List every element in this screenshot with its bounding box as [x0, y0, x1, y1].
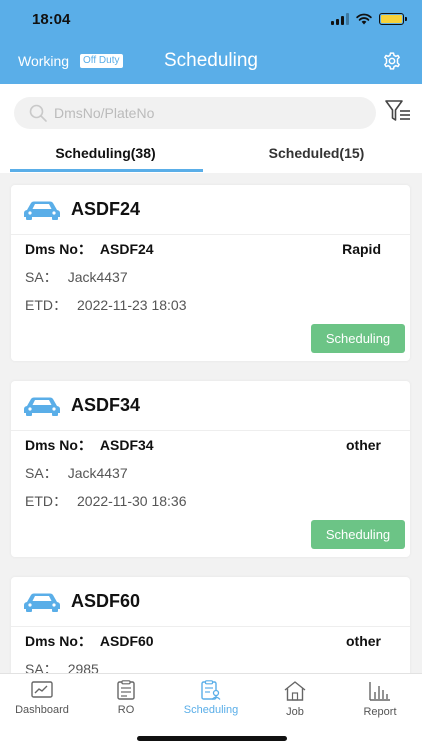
report-icon [369, 682, 390, 701]
car-icon [24, 201, 60, 220]
tab-scheduling-label: Scheduling [183, 704, 239, 716]
dms-row: Dms No： ASDF24 Rapid [11, 235, 410, 263]
sa-row: SA： Jack4437 [11, 459, 410, 487]
card-header: ASDF24 [11, 185, 410, 235]
service-type: other [346, 633, 381, 649]
home-indicator [137, 736, 287, 741]
wifi-icon [356, 13, 372, 25]
car-icon [24, 593, 60, 612]
tab-ro-label: RO [117, 704, 135, 716]
card-header: ASDF60 [11, 577, 410, 627]
cellular-signal-icon [331, 13, 349, 25]
etd-label: ETD： [25, 493, 67, 509]
sa-label: SA： [25, 661, 58, 673]
filter-icon[interactable] [384, 98, 412, 124]
tab-report[interactable]: Report [338, 680, 422, 718]
etd-value: 2022-11-23 18:03 [77, 297, 187, 313]
dms-label: Dms No： [25, 633, 92, 649]
settings-gear-icon[interactable] [382, 51, 402, 71]
sa-label: SA： [25, 465, 58, 481]
dms-label: Dms No： [25, 437, 92, 453]
dms-label: Dms No： [25, 241, 92, 257]
sa-row: SA： 2985 [11, 655, 410, 673]
app-header: 18:04 Working Off Duty Scheduling [0, 0, 422, 84]
dashboard-icon [31, 681, 53, 698]
sa-label: SA： [25, 269, 58, 285]
plate-number: ASDF60 [71, 591, 141, 611]
dms-number: ASDF34 [99, 437, 154, 453]
vehicle-card[interactable]: ASDF34 Dms No： ASDF34 other SA： Jack4437… [11, 381, 410, 557]
clipboard-icon [117, 680, 135, 700]
service-type: Rapid [342, 241, 381, 257]
search-box[interactable] [14, 97, 376, 129]
vehicle-card[interactable]: ASDF24 Dms No： ASDF24 Rapid SA： Jack4437… [11, 185, 410, 361]
scheduling-button[interactable]: Scheduling [311, 520, 405, 549]
tab-dashboard[interactable]: Dashboard [0, 680, 84, 716]
tab-scheduled[interactable]: Scheduled(15) [211, 140, 422, 173]
dms-number: ASDF60 [99, 633, 154, 649]
etd-value: 2022-11-30 18:36 [77, 493, 187, 509]
vehicle-card[interactable]: ASDF60 Dms No： ASDF60 other SA： 2985 [11, 577, 410, 673]
service-type: other [346, 437, 381, 453]
etd-row: ETD： 2022-11-30 18:36 [11, 487, 410, 515]
car-icon [24, 397, 60, 416]
tab-dashboard-label: Dashboard [15, 704, 69, 716]
home-icon [284, 681, 306, 701]
tab-job-label: Job [286, 706, 304, 718]
search-input[interactable] [54, 105, 354, 121]
sa-value: Jack4437 [67, 269, 128, 285]
scheduling-button[interactable]: Scheduling [311, 324, 405, 353]
battery-icon [379, 13, 407, 25]
scheduling-icon [201, 680, 221, 700]
sa-value: 2985 [67, 661, 99, 673]
dms-row: Dms No： ASDF60 other [11, 627, 410, 655]
search-row [0, 84, 422, 140]
tab-job[interactable]: Job [253, 680, 337, 718]
card-header: ASDF34 [11, 381, 410, 431]
dms-row: Dms No： ASDF34 other [11, 431, 410, 459]
search-icon [29, 104, 47, 122]
page-title: Scheduling [163, 50, 259, 71]
tab-scheduling-nav[interactable]: Scheduling [169, 680, 253, 716]
vehicle-list: ASDF24 Dms No： ASDF24 Rapid SA： Jack4437… [0, 173, 422, 673]
status-tabs: Scheduling(38) Scheduled(15) [0, 140, 422, 173]
sa-row: SA： Jack4437 [11, 263, 410, 291]
tab-report-label: Report [363, 706, 397, 718]
plate-number: ASDF34 [71, 395, 141, 415]
tab-scheduling[interactable]: Scheduling(38) [0, 140, 211, 173]
status-time: 18:04 [32, 11, 71, 28]
etd-row: ETD： 2022-11-23 18:03 [11, 291, 410, 319]
sa-value: Jack4437 [67, 465, 128, 481]
tab-ro[interactable]: RO [84, 680, 168, 716]
etd-label: ETD： [25, 297, 67, 313]
plate-number: ASDF24 [71, 199, 141, 219]
dms-number: ASDF24 [99, 241, 154, 257]
status-icons [331, 13, 407, 25]
